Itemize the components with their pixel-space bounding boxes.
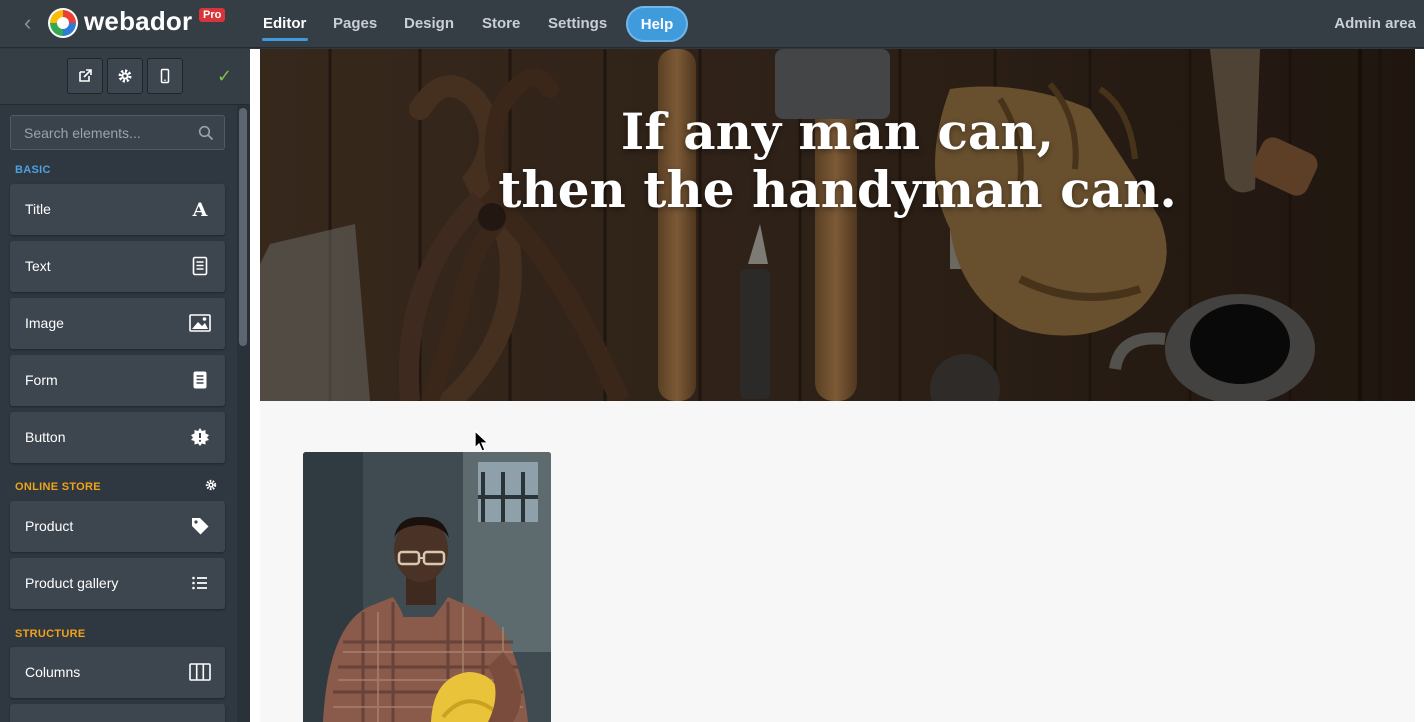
element-next-partial[interactable] (10, 704, 225, 722)
mobile-preview-button[interactable] (147, 58, 183, 94)
columns-icon (189, 661, 211, 683)
worker-photo[interactable] (303, 452, 551, 722)
admin-area-link[interactable]: Admin area (1334, 15, 1416, 32)
page-settings-button[interactable] (107, 58, 143, 94)
element-button[interactable]: Button (10, 412, 225, 463)
image-icon (189, 312, 211, 334)
active-tab-indicator (262, 38, 308, 41)
element-title[interactable]: Title A (10, 184, 225, 235)
tag-icon (189, 515, 211, 537)
section-structure-heading: STRUCTURE (15, 628, 86, 640)
sidebar-scrollbar[interactable] (237, 105, 250, 722)
title-icon: A (189, 198, 211, 220)
section-basic-heading: BASIC (15, 164, 51, 176)
gear-icon (118, 69, 132, 83)
section-online-store-heading: ONLINE STORE (15, 481, 101, 493)
element-label: Title (25, 201, 51, 217)
form-icon (189, 369, 211, 391)
hero-banner[interactable]: If any man can, then the handyman can. (260, 49, 1415, 401)
search-icon (198, 125, 214, 141)
sidebar-toolbar: ✓ (0, 49, 250, 105)
element-product-gallery[interactable]: Product gallery (10, 558, 225, 609)
nav-editor[interactable]: Editor (263, 15, 306, 32)
element-label: Product (25, 518, 74, 534)
element-label: Form (25, 372, 58, 388)
element-label: Product gallery (25, 575, 119, 591)
element-image[interactable]: Image (10, 298, 225, 349)
nav-pages[interactable]: Pages (333, 15, 377, 32)
nav-design[interactable]: Design (404, 15, 454, 32)
svg-text:A: A (192, 199, 208, 219)
scrollbar-thumb[interactable] (239, 108, 247, 346)
nav-settings[interactable]: Settings (548, 15, 607, 32)
elements-sidebar: ✓ BASIC Title A Text Image (0, 49, 250, 722)
open-external-button[interactable] (67, 58, 103, 94)
canvas-margin-right (1415, 49, 1424, 722)
mouse-cursor-icon (474, 430, 490, 452)
hero-heading[interactable]: If any man can, then the handyman can. (260, 103, 1415, 219)
element-label: Text (25, 258, 51, 274)
element-product[interactable]: Product (10, 501, 225, 552)
help-button[interactable]: Help (626, 6, 688, 42)
element-label: Columns (25, 664, 81, 680)
saved-check-icon: ✓ (217, 66, 233, 86)
hero-heading-line-1: If any man can, (620, 102, 1055, 161)
list-icon (189, 572, 211, 594)
top-bar: ‹ webador Pro Editor Pages Design Store … (0, 0, 1424, 48)
search-elements-field[interactable] (10, 115, 225, 150)
button-icon (189, 426, 211, 448)
worker-photo-image (303, 452, 551, 722)
page-canvas: If any man can, then the handyman can. (250, 49, 1424, 722)
element-label: Image (25, 315, 64, 331)
search-input[interactable] (11, 116, 224, 149)
element-columns[interactable]: Columns (10, 647, 225, 698)
element-text[interactable]: Text (10, 241, 225, 292)
nav-store[interactable]: Store (482, 15, 520, 32)
back-arrow-icon[interactable]: ‹ (24, 12, 40, 36)
external-link-icon (79, 69, 92, 82)
text-icon (189, 255, 211, 277)
brand-name: webador (84, 6, 193, 36)
webador-logo-icon (48, 8, 78, 38)
mobile-phone-icon (160, 68, 170, 84)
pro-badge: Pro (199, 8, 226, 22)
store-settings-gear-icon[interactable] (205, 479, 217, 491)
canvas-margin-left (250, 49, 260, 722)
element-label: Button (25, 429, 66, 445)
hero-heading-line-2: then the handyman can. (498, 160, 1177, 219)
element-form[interactable]: Form (10, 355, 225, 406)
